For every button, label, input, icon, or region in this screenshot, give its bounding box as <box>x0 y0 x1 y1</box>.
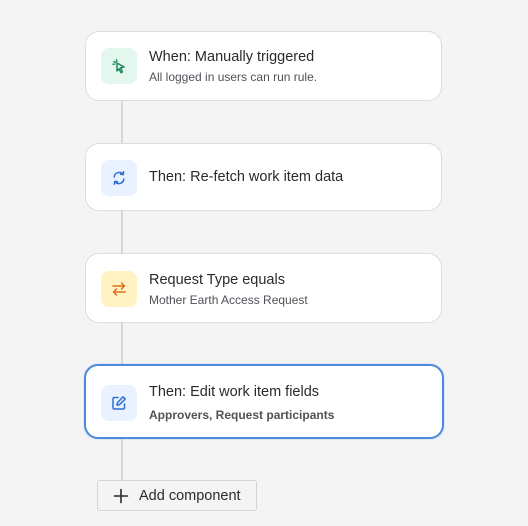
trigger-card[interactable]: When: Manually triggered All logged in u… <box>85 31 442 101</box>
condition-icon-box <box>101 271 137 307</box>
edit-fields-title: Then: Edit work item fields <box>149 384 320 400</box>
trigger-icon-box <box>101 48 137 84</box>
plus-icon <box>113 488 129 504</box>
edit-fields-subtitle: Approvers, Request participants <box>149 408 335 422</box>
cursor-click-icon <box>112 59 125 74</box>
swap-arrows-icon <box>112 282 126 296</box>
add-component-label: Add component <box>139 487 241 504</box>
refetch-title: Then: Re-fetch work item data <box>149 169 344 185</box>
edit-icon-box <box>101 385 137 421</box>
condition-card[interactable]: Request Type equals Mother Earth Access … <box>85 253 442 323</box>
edit-fields-action-card[interactable]: Then: Edit work item fields Approvers, R… <box>84 364 444 439</box>
add-component-button[interactable]: Add component <box>97 480 257 511</box>
trigger-subtitle: All logged in users can run rule. <box>149 70 318 84</box>
trigger-title: When: Manually triggered <box>149 49 315 65</box>
refetch-icon-box <box>101 160 137 196</box>
condition-title: Request Type equals <box>149 272 285 288</box>
refetch-action-card[interactable]: Then: Re-fetch work item data <box>85 143 442 211</box>
edit-icon <box>112 396 126 410</box>
connector-line <box>121 101 123 143</box>
connector-line <box>121 211 123 253</box>
refresh-icon <box>113 171 125 185</box>
connector-line <box>121 439 123 481</box>
connector-line <box>121 323 123 364</box>
condition-subtitle: Mother Earth Access Request <box>149 293 308 307</box>
